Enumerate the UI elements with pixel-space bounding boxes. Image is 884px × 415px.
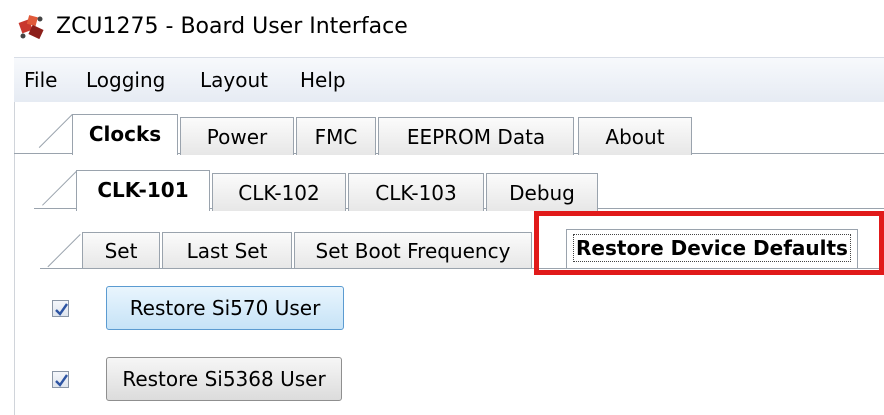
tab-eeprom-data[interactable]: EEPROM Data [378,117,574,155]
tab-set-boot-frequency[interactable]: Set Boot Frequency [294,232,532,268]
restore-si5368-user-button[interactable]: Restore Si5368 User [106,357,342,401]
tab-clocks[interactable]: Clocks [72,114,178,155]
tab-clk-102[interactable]: CLK-102 [212,173,346,211]
window-title: ZCU1275 - Board User Interface [56,14,408,39]
title-bar: ZCU1275 - Board User Interface [0,0,884,54]
menu-bar: File Logging Layout Help [14,57,884,103]
restore-si570-user-button[interactable]: Restore Si570 User [106,286,344,330]
tab-set[interactable]: Set [82,232,160,268]
tab-last-set[interactable]: Last Set [162,232,292,268]
tab-about[interactable]: About [578,117,692,155]
menu-layout[interactable]: Layout [200,68,268,92]
menu-help[interactable]: Help [300,68,346,92]
menu-logging[interactable]: Logging [86,68,165,92]
tab-fmc[interactable]: FMC [296,117,376,155]
tab-power[interactable]: Power [180,117,294,155]
tab-debug[interactable]: Debug [486,173,598,211]
checkmark-icon [55,374,68,387]
board-logo-icon [18,15,44,40]
tab-clk-103[interactable]: CLK-103 [348,173,484,211]
checkbox-si570[interactable] [52,300,69,317]
checkbox-si5368[interactable] [52,371,69,388]
checkmark-icon [55,303,68,316]
highlight-box [534,211,884,275]
menu-file[interactable]: File [24,68,57,92]
tab-clk-101[interactable]: CLK-101 [76,170,210,211]
